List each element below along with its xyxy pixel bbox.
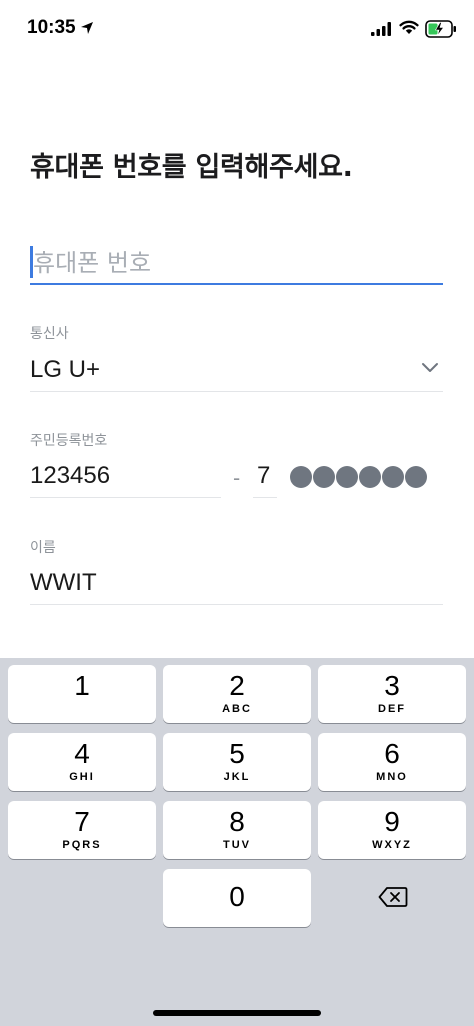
battery-charging-icon (425, 20, 456, 38)
backspace-icon (378, 887, 408, 907)
resident-number-gender-value: 7 (257, 462, 271, 489)
signal-icon (371, 22, 391, 36)
name-label: 이름 (30, 540, 56, 556)
text-cursor (30, 246, 33, 278)
resident-number-gender-field[interactable]: 7 (253, 458, 277, 498)
key-letters: DEF (378, 703, 406, 715)
key-8[interactable]: 8 TUV (163, 801, 311, 859)
chevron-down-icon[interactable] (421, 362, 439, 374)
masked-digit-dot (382, 466, 404, 488)
resident-number-front-value: 123456 (30, 462, 111, 489)
key-6[interactable]: 6 MNO (318, 733, 466, 791)
carrier-select[interactable]: LG U+ (30, 350, 443, 392)
status-bar: 10:35 (0, 0, 474, 58)
carrier-underline (30, 391, 443, 392)
key-digit: 2 (229, 670, 245, 701)
key-letters: TUV (223, 839, 251, 851)
key-2[interactable]: 2 ABC (163, 665, 311, 723)
key-7[interactable]: 7 PQRS (8, 801, 156, 859)
name-underline (30, 604, 443, 605)
masked-digit-dot (359, 466, 381, 488)
resident-number-masked-digits (290, 466, 427, 488)
key-digit: 0 (229, 881, 245, 912)
key-digit: 9 (384, 806, 400, 837)
delete-button[interactable] (318, 869, 466, 927)
key-3[interactable]: 3 DEF (318, 665, 466, 723)
key-digit: 8 (229, 806, 245, 837)
page-title: 휴대폰 번호를 입력해주세요. (30, 152, 353, 183)
key-letters: GHI (69, 771, 95, 783)
key-digit: 4 (74, 738, 90, 769)
name-value: WWIT (30, 569, 97, 596)
key-4[interactable]: 4 GHI (8, 733, 156, 791)
key-letters: WXYZ (372, 839, 412, 851)
phone-number-input[interactable] (30, 242, 443, 284)
resident-number-separator: - (233, 466, 241, 490)
key-0[interactable]: 0 (163, 869, 311, 927)
key-5[interactable]: 5 JKL (163, 733, 311, 791)
phone-underline (30, 283, 443, 285)
key-digit: 6 (384, 738, 400, 769)
masked-digit-dot (290, 466, 312, 488)
key-9[interactable]: 9 WXYZ (318, 801, 466, 859)
wifi-icon (399, 20, 419, 34)
location-arrow-icon (81, 22, 93, 34)
phone-number-field[interactable] (30, 242, 443, 286)
status-time: 10:35 (27, 17, 76, 38)
key-1[interactable]: 1 (8, 665, 156, 723)
key-letters: PQRS (62, 839, 102, 851)
key-letters: ABC (222, 703, 252, 715)
carrier-label: 통신사 (30, 326, 69, 342)
key-digit: 3 (384, 670, 400, 701)
key-letters: MNO (376, 771, 408, 783)
name-field[interactable]: WWIT (30, 565, 443, 605)
key-digit: 1 (74, 670, 90, 701)
masked-digit-dot (313, 466, 335, 488)
key-digit: 7 (74, 806, 90, 837)
resident-number-gender-underline (253, 497, 277, 498)
resident-number-front-field[interactable]: 123456 (30, 458, 221, 498)
masked-digit-dot (336, 466, 358, 488)
masked-digit-dot (405, 466, 427, 488)
carrier-value: LG U+ (30, 356, 101, 383)
key-letters: JKL (223, 771, 251, 783)
home-indicator (153, 1010, 321, 1016)
resident-number-front-underline (30, 497, 221, 498)
key-digit: 5 (229, 738, 245, 769)
resident-number-label: 주민등록번호 (30, 433, 108, 449)
